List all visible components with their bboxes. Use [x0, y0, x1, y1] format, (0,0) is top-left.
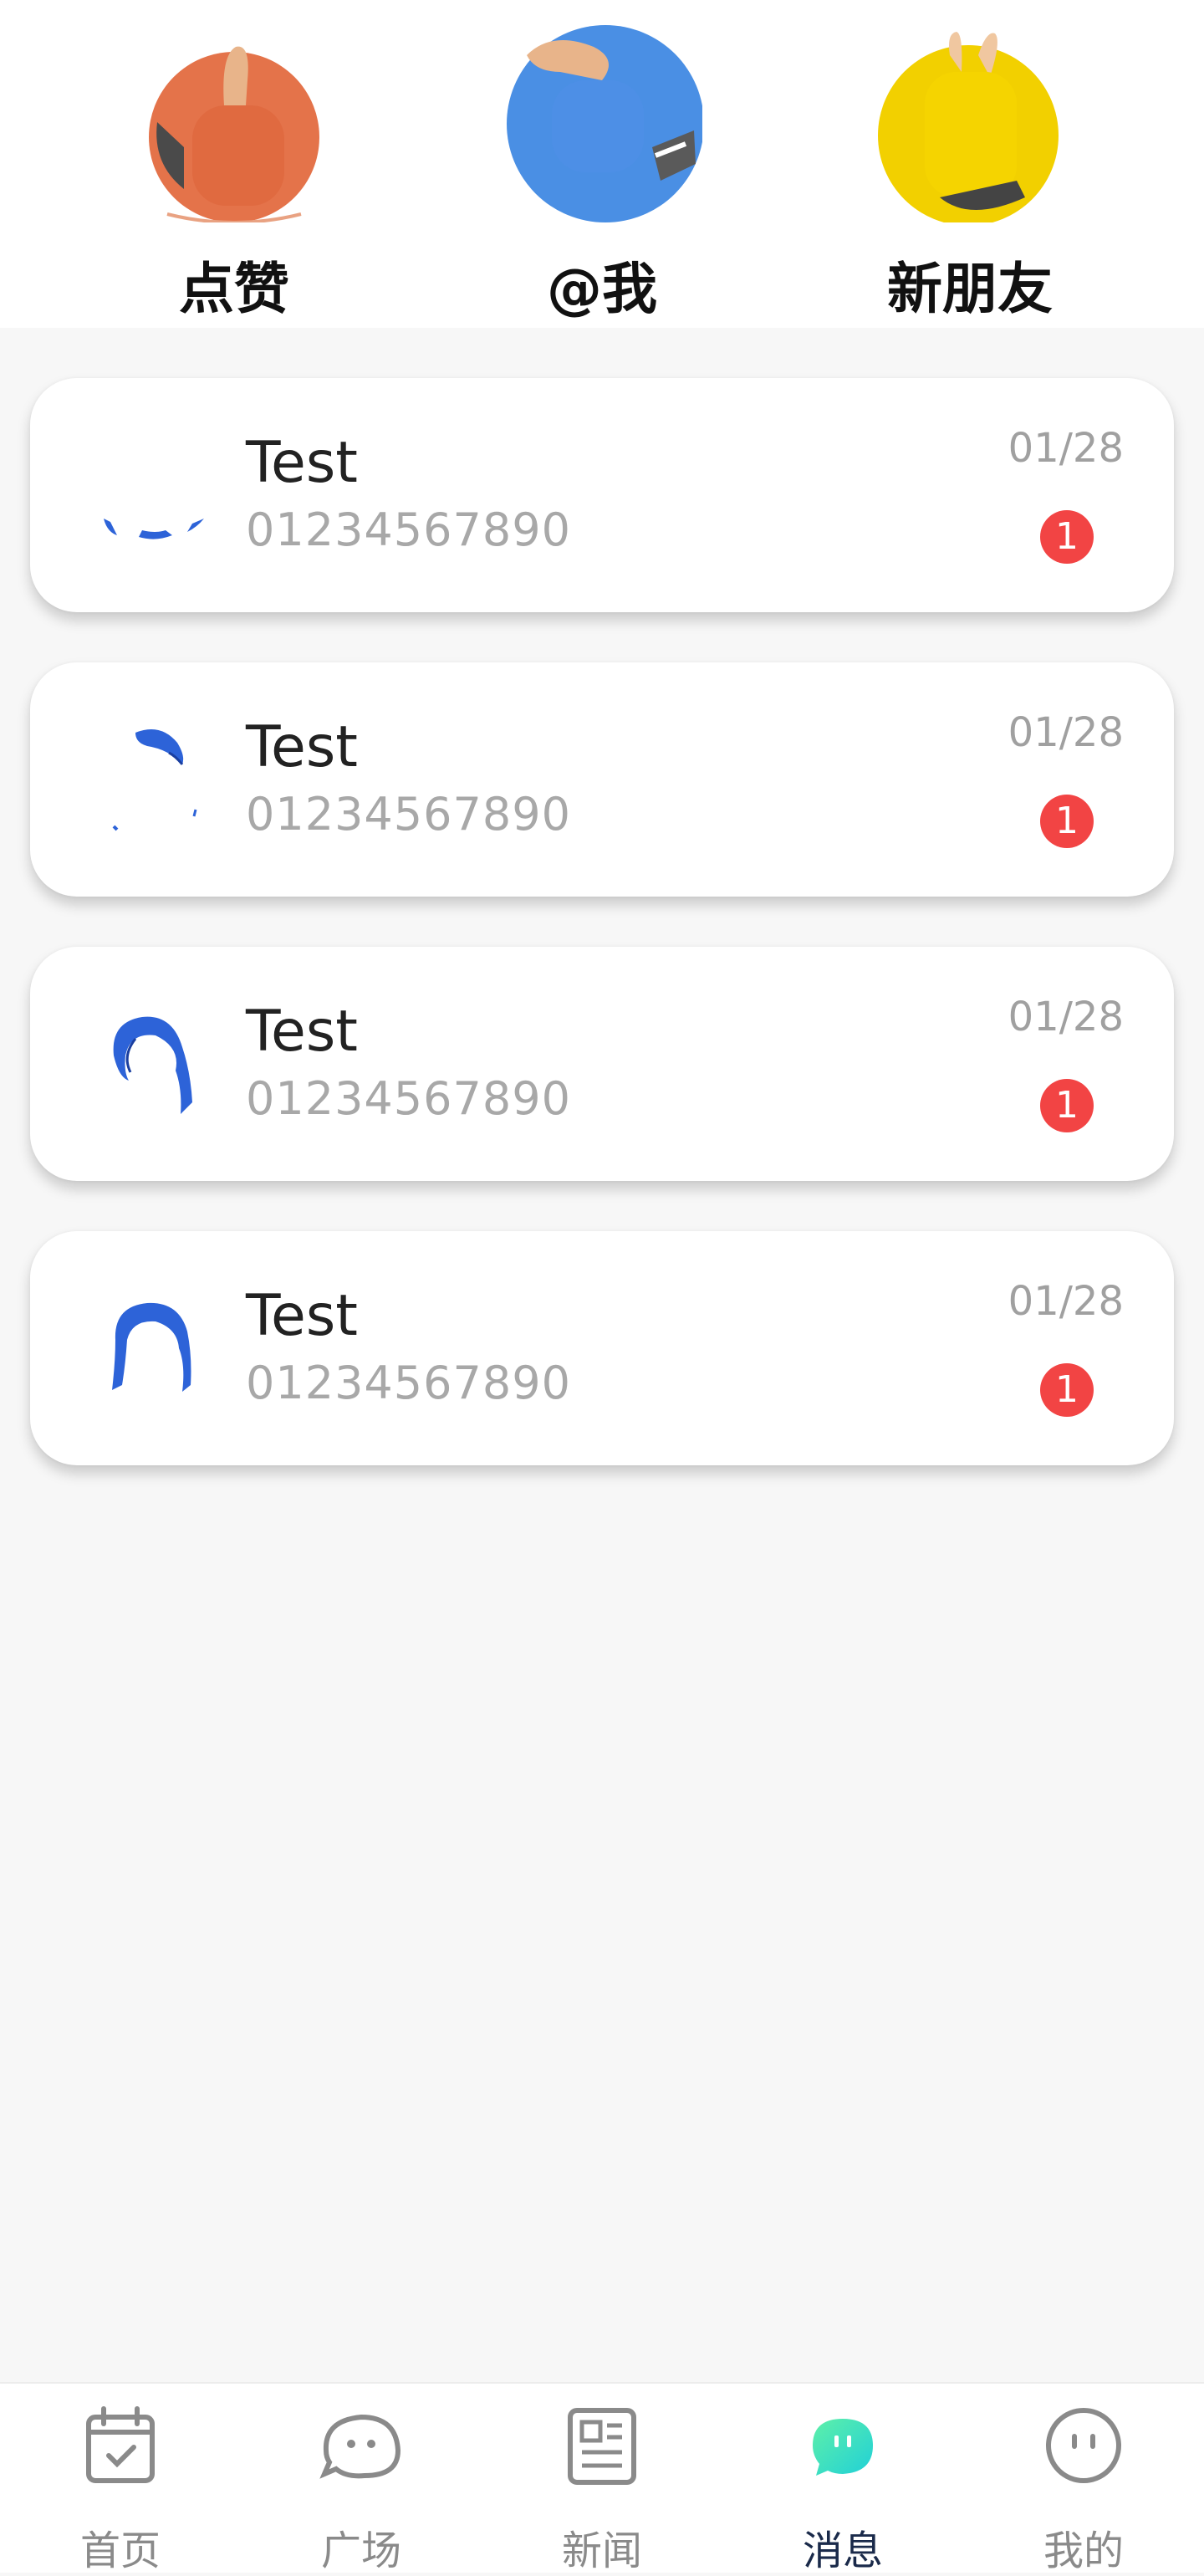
tab-label: 新闻 [561, 2527, 642, 2574]
unread-badge: 1 [1040, 1363, 1094, 1417]
newspaper-icon [560, 2404, 644, 2487]
mentions-label: @我 [547, 257, 657, 321]
tab-home[interactable]: 首页 [0, 2384, 241, 2574]
contact-name: Test [246, 430, 358, 496]
unread-badge: 1 [1040, 1079, 1094, 1132]
message-preview: 01234567890 [246, 1072, 571, 1125]
message-preview: 01234567890 [246, 1357, 571, 1409]
tab-label: 首页 [79, 2527, 161, 2574]
message-card[interactable]: Test 01234567890 01/28 1 [30, 1231, 1174, 1465]
avatar [89, 713, 222, 846]
likes-label: 点赞 [179, 257, 289, 321]
bottom-tab-bar: 首页 广场 新闻 消息 我的 [0, 2382, 1204, 2574]
contact-name: Test [246, 999, 358, 1065]
tab-label: 消息 [802, 2527, 883, 2574]
tab-news[interactable]: 新闻 [482, 2384, 722, 2574]
tab-profile[interactable]: 我的 [963, 2384, 1204, 2574]
tab-messages[interactable]: 消息 [722, 2384, 963, 2574]
message-date: 01/28 [1008, 1278, 1124, 1325]
quick-actions-bar: 点赞 @我 新朋友 [0, 0, 1204, 328]
message-icon [801, 2404, 885, 2487]
new-friends-label: 新朋友 [887, 257, 1053, 321]
message-date: 01/28 [1008, 709, 1124, 756]
message-preview: 01234567890 [246, 788, 571, 841]
tab-label: 广场 [320, 2527, 401, 2574]
mentions-button[interactable]: @我 [477, 0, 727, 328]
contact-name: Test [246, 714, 358, 780]
avatar [89, 997, 222, 1131]
avatar [89, 428, 222, 562]
tab-square[interactable]: 广场 [241, 2384, 482, 2574]
contact-name: Test [246, 1283, 358, 1349]
profile-face-icon [1042, 2404, 1125, 2487]
avatar [89, 1281, 222, 1415]
message-date: 01/28 [1008, 425, 1124, 472]
message-card[interactable]: Test 01234567890 01/28 1 [30, 662, 1174, 897]
new-friend-icon [870, 22, 1070, 226]
calendar-icon [79, 2404, 162, 2487]
message-preview: 01234567890 [246, 503, 571, 556]
unread-badge: 1 [1040, 795, 1094, 848]
at-me-icon [502, 22, 704, 222]
likes-button[interactable]: 点赞 [109, 0, 360, 328]
tab-label: 我的 [1043, 2527, 1124, 2574]
unread-badge: 1 [1040, 510, 1094, 564]
chat-bubble-icon [319, 2404, 403, 2487]
thumbs-up-icon [134, 22, 334, 224]
message-card[interactable]: Test 01234567890 01/28 1 [30, 378, 1174, 612]
new-friends-button[interactable]: 新朋友 [844, 0, 1095, 328]
message-date: 01/28 [1008, 994, 1124, 1040]
message-card[interactable]: Test 01234567890 01/28 1 [30, 947, 1174, 1181]
